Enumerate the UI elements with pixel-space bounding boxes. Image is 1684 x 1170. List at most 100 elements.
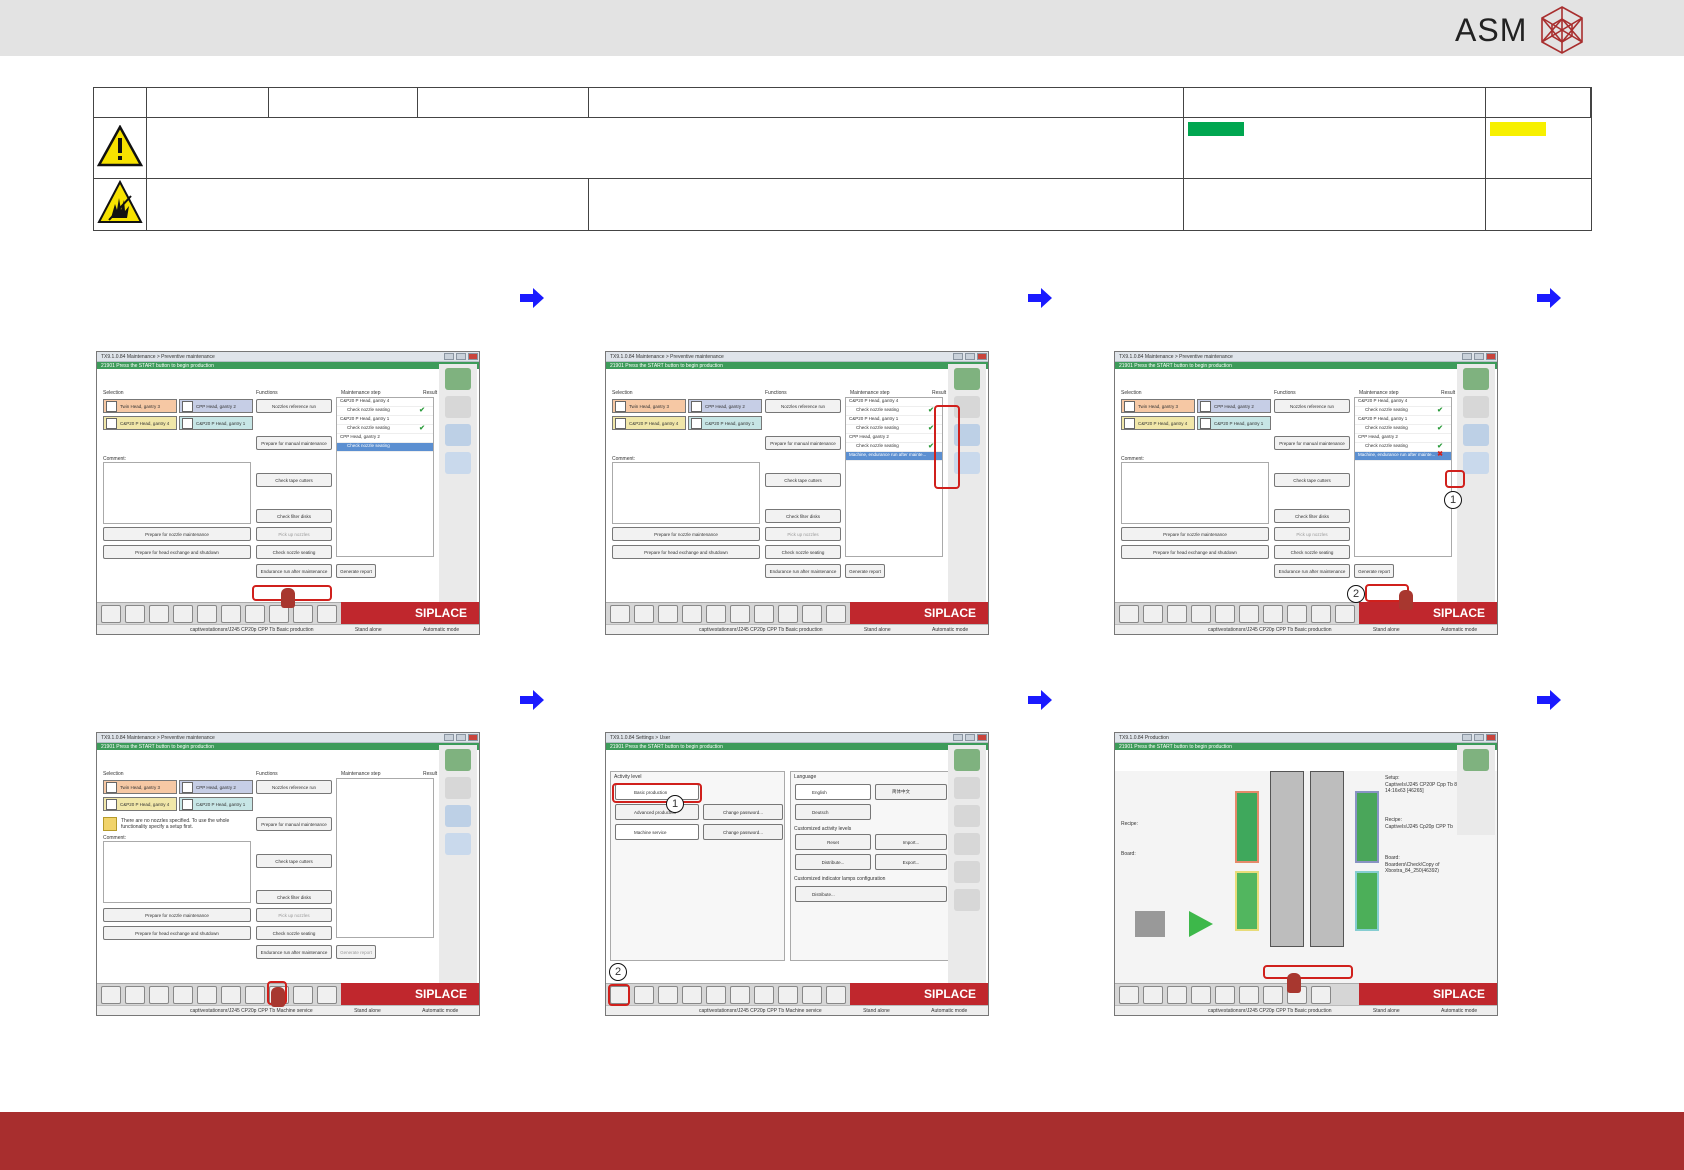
production-icon[interactable] xyxy=(1119,986,1139,1004)
import-button[interactable]: Import... xyxy=(875,834,947,850)
maintenance-tool-icon[interactable] xyxy=(826,986,846,1004)
chart-icon[interactable] xyxy=(1167,986,1187,1004)
machine-service-button[interactable]: Machine service xyxy=(615,824,699,840)
lamp-icon[interactable] xyxy=(954,861,980,883)
chinese-button[interactable]: 简体中文 xyxy=(875,784,947,800)
check-filter-button[interactable]: Check filter disks xyxy=(256,509,332,523)
gantry-button[interactable]: C&P20 P Head, gantry 4 xyxy=(612,416,686,430)
minimize-icon[interactable] xyxy=(444,353,454,360)
book-icon[interactable] xyxy=(1215,986,1235,1004)
grid-icon[interactable] xyxy=(1143,986,1163,1004)
pick-up-nozzles-button[interactable]: Pick up nozzles xyxy=(1274,527,1350,541)
chart-icon[interactable] xyxy=(658,986,678,1004)
gantry-button[interactable]: C&P20 P Head, gantry 1 xyxy=(688,416,762,430)
prepare-nozzle-button[interactable]: Prepare for nozzle maintenance xyxy=(612,527,760,541)
chart-icon[interactable] xyxy=(658,605,678,623)
maximize-icon[interactable] xyxy=(1474,353,1484,360)
prepare-head-exchange-button[interactable]: Prepare for head exchange and shutdown xyxy=(103,926,251,940)
pick-up-nozzles-button[interactable]: Pick up nozzles xyxy=(256,908,332,922)
grid-icon[interactable] xyxy=(125,986,145,1004)
comment-input[interactable] xyxy=(103,841,251,903)
pen-icon[interactable] xyxy=(778,986,798,1004)
maintenance-icon[interactable] xyxy=(1463,368,1489,390)
gear-icon[interactable] xyxy=(1463,424,1489,446)
maintenance-icon[interactable] xyxy=(1463,749,1489,771)
nozzle-icon[interactable] xyxy=(445,396,471,418)
production-icon[interactable] xyxy=(1119,605,1139,623)
grid-icon[interactable] xyxy=(1143,605,1163,623)
graph-icon[interactable] xyxy=(1239,986,1259,1004)
check-tape-button[interactable]: Check tape cutters xyxy=(765,473,841,487)
maintenance-tool-icon[interactable] xyxy=(826,605,846,623)
book-icon[interactable] xyxy=(197,986,217,1004)
check-nozzle-seating-button[interactable]: Check nozzle seating xyxy=(765,545,841,559)
settings-icon[interactable] xyxy=(802,605,822,623)
maintenance-icon[interactable] xyxy=(445,368,471,390)
minimize-icon[interactable] xyxy=(444,734,454,741)
pen-icon[interactable] xyxy=(778,605,798,623)
endurance-run-button[interactable]: Endurance run after maintenance xyxy=(1274,564,1350,578)
grid-icon[interactable] xyxy=(634,986,654,1004)
prepare-head-exchange-button[interactable]: Prepare for head exchange and shutdown xyxy=(103,545,251,559)
gantry-button[interactable]: Twin Head, gantry 3 xyxy=(103,780,177,794)
generate-report-button[interactable]: Generate report xyxy=(336,564,376,578)
gantry-button[interactable]: CPP Head, gantry 2 xyxy=(179,399,253,413)
gantry-button[interactable]: Twin Head, gantry 3 xyxy=(1121,399,1195,413)
check-filter-button[interactable]: Check filter disks xyxy=(1274,509,1350,523)
maximize-icon[interactable] xyxy=(456,734,466,741)
settings-icon[interactable] xyxy=(293,986,313,1004)
user-icon[interactable] xyxy=(954,777,980,799)
check-tape-button[interactable]: Check tape cutters xyxy=(256,854,332,868)
settings-icon[interactable] xyxy=(802,986,822,1004)
deutsch-button[interactable]: Deutsch xyxy=(795,804,871,820)
distribute-button[interactable]: Distribute... xyxy=(795,854,871,870)
gear-icon[interactable] xyxy=(445,424,471,446)
camera-icon[interactable] xyxy=(1263,605,1283,623)
prepare-nozzle-button[interactable]: Prepare for nozzle maintenance xyxy=(103,908,251,922)
prepare-manual-button[interactable]: Prepare for manual maintenance xyxy=(256,817,332,831)
book-icon[interactable] xyxy=(1215,605,1235,623)
gantry-button[interactable]: C&P20 P Head, gantry 4 xyxy=(103,797,177,811)
gantry-button[interactable]: C&P20 P Head, gantry 1 xyxy=(179,416,253,430)
maintenance-icon[interactable] xyxy=(445,749,471,771)
prepare-head-exchange-button[interactable]: Prepare for head exchange and shutdown xyxy=(1121,545,1269,559)
chart-icon[interactable] xyxy=(149,986,169,1004)
maintenance-tool-icon[interactable] xyxy=(317,605,337,623)
nozzle-reference-button[interactable]: Nozzles reference run xyxy=(1274,399,1350,413)
maximize-icon[interactable] xyxy=(965,734,975,741)
advanced-production-button[interactable]: Advanced production xyxy=(615,804,699,820)
prepare-manual-button[interactable]: Prepare for manual maintenance xyxy=(256,436,332,450)
feeder-icon[interactable] xyxy=(682,986,702,1004)
feeder-icon[interactable] xyxy=(682,605,702,623)
comment-input[interactable] xyxy=(612,462,760,524)
grid-icon[interactable] xyxy=(634,605,654,623)
close-icon[interactable] xyxy=(1486,353,1496,360)
nozzle-reference-button[interactable]: Nozzles reference run xyxy=(256,399,332,413)
minimize-icon[interactable] xyxy=(953,734,963,741)
maintenance-icon[interactable] xyxy=(954,749,980,771)
gantry-button[interactable]: Twin Head, gantry 3 xyxy=(612,399,686,413)
minimize-icon[interactable] xyxy=(953,353,963,360)
prepare-nozzle-button[interactable]: Prepare for nozzle maintenance xyxy=(1121,527,1269,541)
maximize-icon[interactable] xyxy=(965,353,975,360)
chart-icon[interactable] xyxy=(1167,605,1187,623)
generate-report-button[interactable]: Generate report xyxy=(1354,564,1394,578)
chart-icon[interactable] xyxy=(149,605,169,623)
check-icon[interactable] xyxy=(1463,452,1489,474)
network-icon[interactable] xyxy=(954,833,980,855)
prepare-head-exchange-button[interactable]: Prepare for head exchange and shutdown xyxy=(612,545,760,559)
english-button[interactable]: English xyxy=(795,784,871,800)
stop-button[interactable] xyxy=(1135,911,1165,937)
check-icon[interactable] xyxy=(445,833,471,855)
clock-icon[interactable] xyxy=(954,889,980,911)
book-icon[interactable] xyxy=(197,605,217,623)
indicator-distribute-button[interactable]: Distribute... xyxy=(795,886,947,902)
nozzle-reference-button[interactable]: Nozzles reference run xyxy=(256,780,332,794)
endurance-run-button[interactable]: Endurance run after maintenance xyxy=(256,564,332,578)
maximize-icon[interactable] xyxy=(1474,734,1484,741)
gear-icon[interactable] xyxy=(445,805,471,827)
graph-icon[interactable] xyxy=(730,605,750,623)
close-icon[interactable] xyxy=(977,353,987,360)
generate-report-button[interactable]: Generate report xyxy=(336,945,376,959)
minimize-icon[interactable] xyxy=(1462,734,1472,741)
